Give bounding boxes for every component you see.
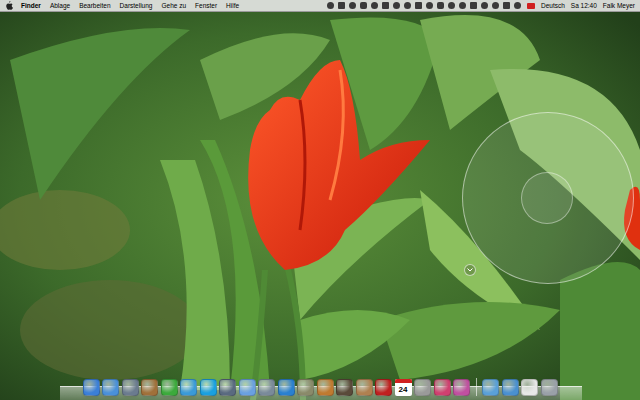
input-source[interactable]: Deutsch bbox=[541, 0, 565, 11]
dock-app-icon[interactable] bbox=[239, 379, 256, 396]
menu-item[interactable]: Fenster bbox=[195, 0, 217, 11]
status-item-icon[interactable] bbox=[360, 2, 367, 9]
status-item-icon[interactable] bbox=[459, 2, 466, 9]
dock-app-icon[interactable] bbox=[258, 379, 275, 396]
status-item-icon[interactable] bbox=[470, 2, 477, 9]
apple-icon[interactable] bbox=[5, 1, 13, 10]
dock-app-icon[interactable] bbox=[414, 379, 431, 396]
status-item-icon[interactable] bbox=[393, 2, 400, 9]
menu-item[interactable]: Gehe zu bbox=[161, 0, 186, 11]
dock-app-icon[interactable] bbox=[482, 379, 499, 396]
dock-app-icon[interactable] bbox=[161, 379, 178, 396]
menu-item[interactable]: Ablage bbox=[50, 0, 70, 11]
status-item-icon[interactable] bbox=[481, 2, 488, 9]
dock-app-icon[interactable] bbox=[219, 379, 236, 396]
calendar-day: 24 bbox=[395, 383, 412, 396]
status-item-icon[interactable] bbox=[327, 2, 334, 9]
desktop: Finder Ablage Bearbeiten Darstellung Gehe zu… bbox=[0, 0, 640, 400]
menu-bar: Finder Ablage Bearbeiten Darstellung Gehe zu… bbox=[0, 0, 640, 12]
dock-separator bbox=[476, 378, 477, 396]
dock-app-icon[interactable] bbox=[141, 379, 158, 396]
input-flag-icon bbox=[527, 3, 535, 9]
dock-app-icon[interactable] bbox=[83, 379, 100, 396]
dock-app-icon[interactable] bbox=[375, 379, 392, 396]
dock-app-icon[interactable] bbox=[434, 379, 451, 396]
dock-app-icon[interactable] bbox=[356, 379, 373, 396]
status-item-icon[interactable] bbox=[382, 2, 389, 9]
dock-app-icon[interactable] bbox=[122, 379, 139, 396]
dock-app-icon[interactable] bbox=[102, 379, 119, 396]
dock-app-icon[interactable] bbox=[336, 379, 353, 396]
dock-app-icon[interactable] bbox=[541, 379, 558, 396]
menu-item[interactable]: Darstellung bbox=[120, 0, 153, 11]
user-name[interactable]: Falk Meyer bbox=[603, 0, 635, 11]
status-item-icon[interactable] bbox=[338, 2, 345, 9]
dock-app-icon[interactable] bbox=[180, 379, 197, 396]
dock-area: 24 bbox=[0, 370, 640, 400]
dock-app-icon[interactable] bbox=[297, 379, 314, 396]
dock-app-icon[interactable] bbox=[521, 379, 538, 396]
status-item-icon[interactable] bbox=[503, 2, 510, 9]
status-item-icon[interactable] bbox=[349, 2, 356, 9]
status-item-icon[interactable] bbox=[437, 2, 444, 9]
menu-item[interactable]: Hilfe bbox=[226, 0, 239, 11]
dock-app-icon[interactable] bbox=[200, 379, 217, 396]
status-item-icon[interactable] bbox=[426, 2, 433, 9]
dock-app-icon[interactable] bbox=[278, 379, 295, 396]
calendar-icon[interactable]: 24 bbox=[395, 379, 412, 396]
status-item-icon[interactable] bbox=[514, 2, 521, 9]
status-item-icon[interactable] bbox=[371, 2, 378, 9]
status-item-icon[interactable] bbox=[404, 2, 411, 9]
clock[interactable]: Sa 12:40 bbox=[571, 0, 597, 11]
joystick-knob[interactable] bbox=[521, 172, 573, 224]
menu-item[interactable]: Bearbeiten bbox=[79, 0, 110, 11]
dock-app-icon[interactable] bbox=[317, 379, 334, 396]
status-item-icon[interactable] bbox=[448, 2, 455, 9]
chevron-down-icon bbox=[467, 268, 473, 272]
status-item-icon[interactable] bbox=[492, 2, 499, 9]
menu-item[interactable]: Finder bbox=[21, 0, 41, 11]
collapse-button[interactable] bbox=[464, 264, 476, 276]
dock: 24 bbox=[83, 378, 558, 400]
dock-app-icon[interactable] bbox=[502, 379, 519, 396]
status-item-icon[interactable] bbox=[415, 2, 422, 9]
dock-app-icon[interactable] bbox=[453, 379, 470, 396]
